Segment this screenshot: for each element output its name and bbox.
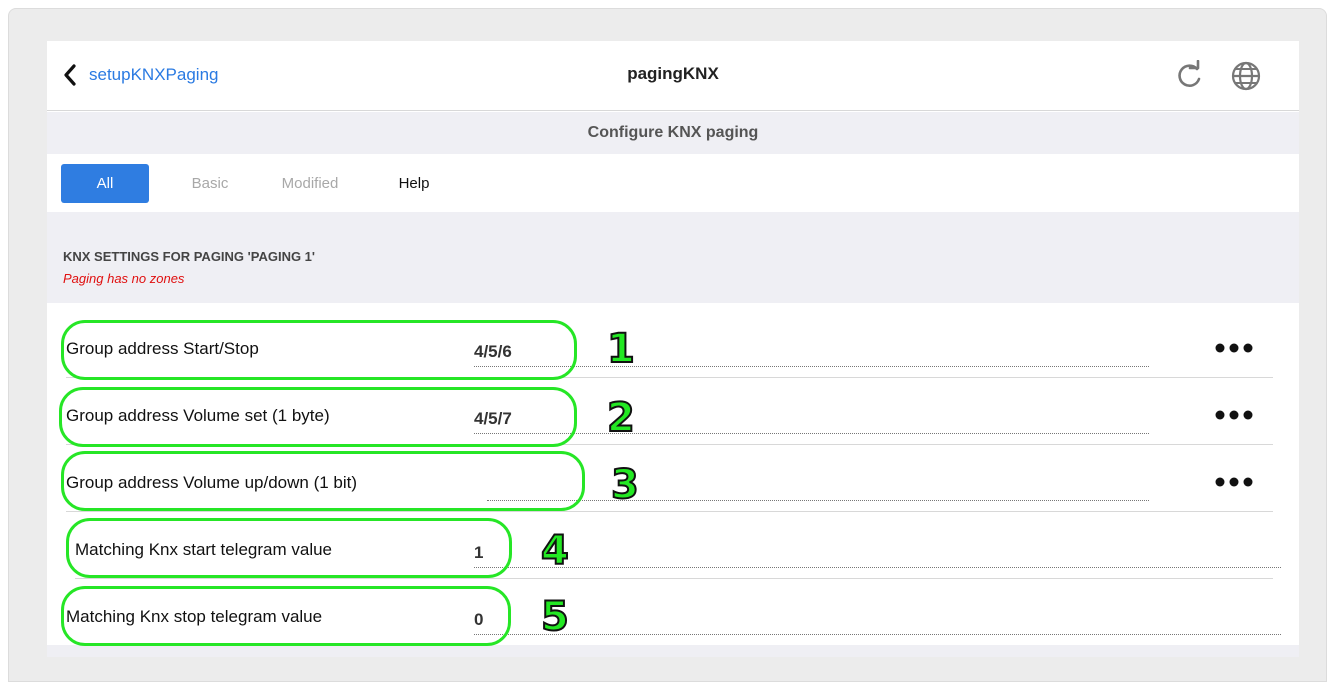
setting-row-start-stop[interactable]: Group address Start/Stop 4/5/6 [47,326,1299,378]
setting-row-start-telegram[interactable]: Matching Knx start telegram value 1 [47,527,1299,579]
globe-icon[interactable] [1230,60,1262,92]
row-separator [66,511,1273,512]
tab-all[interactable]: All [61,164,149,203]
filter-tabs: All Basic Modified Help [47,154,1299,212]
value-field-underline[interactable] [474,433,1149,434]
settings-panel: setupKNXPaging pagingKNX Configure KNX p… [47,41,1299,657]
setting-label: Matching Knx start telegram value [75,540,333,559]
row-separator [66,377,1273,378]
setting-row-stop-telegram[interactable]: Matching Knx stop telegram value 0 [47,594,1299,640]
annotation-number-3: 3 [610,462,640,508]
setting-label: Matching Knx stop telegram value [66,607,323,626]
more-options-icon[interactable] [1213,405,1255,425]
annotation-number-1: 1 [606,326,636,372]
section-header: KNX SETTINGS FOR PAGING 'PAGING 1' Pagin… [47,212,1299,303]
annotation-number-4: 4 [540,528,570,574]
annotation-number-5: 5 [540,594,570,640]
setting-value[interactable]: 4/5/7 [474,409,512,429]
value-field-underline[interactable] [474,366,1149,367]
tab-basic[interactable]: Basic [185,164,235,203]
row-separator [66,444,1273,445]
refresh-icon[interactable] [1173,60,1205,92]
setting-value[interactable]: 4/5/6 [474,342,512,362]
page-title: pagingKNX [627,64,719,83]
value-field-underline[interactable] [474,634,1281,635]
subheader-title: Configure KNX paging [47,112,1299,154]
setting-row-volume-up-down[interactable]: Group address Volume up/down (1 bit) [47,460,1299,512]
annotation-number-2: 2 [606,395,636,441]
more-options-icon[interactable] [1213,338,1255,358]
row-separator [75,578,1273,579]
panel-bottom-strip [47,645,1299,657]
value-field-underline[interactable] [487,500,1149,501]
nav-header: setupKNXPaging pagingKNX [47,41,1299,111]
more-options-icon[interactable] [1213,472,1255,492]
section-title: KNX SETTINGS FOR PAGING 'PAGING 1' [63,249,316,264]
setting-value[interactable]: 1 [474,543,483,563]
tab-modified[interactable]: Modified [270,164,350,203]
setting-value[interactable]: 0 [474,610,483,630]
tab-help[interactable]: Help [392,164,436,203]
setting-label: Group address Volume set (1 byte) [66,406,330,425]
setting-label: Group address Start/Stop [66,339,259,358]
setting-row-volume-set[interactable]: Group address Volume set (1 byte) 4/5/7 [47,393,1299,445]
setting-label: Group address Volume up/down (1 bit) [66,473,358,492]
section-warning: Paging has no zones [63,271,185,286]
value-field-underline[interactable] [474,567,1281,568]
